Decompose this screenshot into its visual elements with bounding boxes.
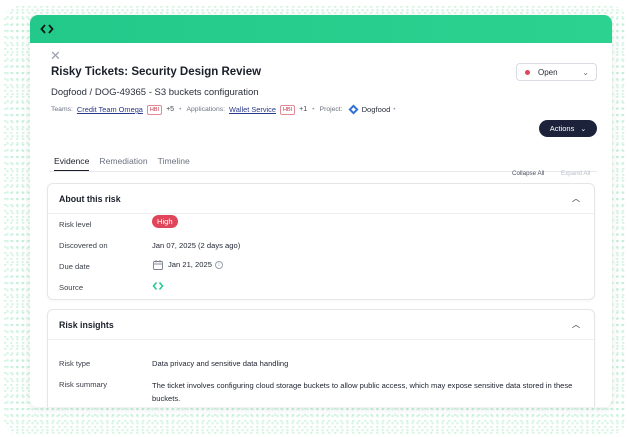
close-icon[interactable]: ✕ <box>50 49 61 62</box>
team-more-count[interactable]: +5 <box>166 106 174 113</box>
about-risk-section: About this risk ︿ Risk level High Discov… <box>47 183 595 300</box>
source-code-icon <box>152 282 164 290</box>
scroll-fade <box>48 402 594 407</box>
risk-type-label: Risk type <box>59 359 91 368</box>
project-diamond-icon <box>348 104 359 115</box>
teams-label: Teams: <box>51 106 73 113</box>
page-title: Risky Tickets: Security Design Review <box>51 66 262 78</box>
high-badge: High <box>152 215 178 228</box>
tab-evidence[interactable]: Evidence <box>54 156 90 172</box>
section-title: Risk insights <box>59 319 114 330</box>
due-date-label: Due date <box>59 262 90 271</box>
ticket-subtitle: Dogfood / DOG-49365 - S3 buckets configu… <box>51 87 259 98</box>
team-link[interactable]: Credit Team Omega <box>77 105 143 114</box>
due-date-text: Jan 21, 2025 <box>168 260 212 269</box>
chevron-up-icon[interactable]: ︿ <box>572 319 580 330</box>
metadata-row: Teams: Credit Team Omega HBI +5 • Applic… <box>51 104 401 115</box>
section-title: About this risk <box>59 193 121 204</box>
source-value <box>152 280 164 294</box>
about-risk-header[interactable]: About this risk ︿ <box>48 184 594 214</box>
chevron-down-icon: ⌄ <box>580 125 587 133</box>
discovered-label: Discovered on <box>59 241 108 250</box>
code-brackets-icon <box>38 20 56 38</box>
expand-all-button[interactable]: Expand All <box>561 170 590 177</box>
tab-timeline[interactable]: Timeline <box>158 156 190 172</box>
info-icon[interactable]: i <box>214 261 223 269</box>
risk-insights-section: Risk insights ︿ Risk type Data privacy a… <box>47 309 595 407</box>
project-name: Dogfood <box>361 105 391 114</box>
app-hbi-badge: HBI <box>279 104 296 115</box>
actions-label: Actions <box>549 124 575 133</box>
top-bar <box>30 15 612 43</box>
project-link[interactable]: Dogfood <box>348 104 391 115</box>
calendar-icon <box>153 260 163 270</box>
status-dot-icon <box>525 69 530 75</box>
discovered-value: Jan 07, 2025 (2 days ago) <box>152 241 241 250</box>
risk-level-label: Risk level <box>59 220 92 229</box>
separator: • <box>179 106 182 113</box>
risk-insights-header[interactable]: Risk insights ︿ <box>48 310 594 340</box>
project-label: Project: <box>319 106 343 113</box>
risk-level-badge: High <box>152 215 178 228</box>
chevron-down-icon: ⌄ <box>582 68 589 77</box>
tab-bar: Evidence Remediation Timeline <box>54 156 200 172</box>
status-label: Open <box>538 67 558 77</box>
tab-remediation[interactable]: Remediation <box>99 156 147 172</box>
risk-summary-label: Risk summary <box>59 380 108 389</box>
separator: • <box>312 106 315 113</box>
team-hbi-badge: HBI <box>146 104 163 115</box>
chevron-up-icon[interactable]: ︿ <box>572 193 580 204</box>
applications-label: Applications: <box>186 106 226 113</box>
risk-detail-panel: ✕ Risky Tickets: Security Design Review … <box>30 15 612 407</box>
source-label: Source <box>59 283 84 292</box>
app-more-count[interactable]: +1 <box>299 106 307 113</box>
collapse-all-button[interactable]: Collapse All <box>512 170 544 177</box>
actions-button[interactable]: Actions ⌄ <box>539 120 597 137</box>
risk-type-value: Data privacy and sensitive data handling <box>152 359 289 368</box>
status-dropdown[interactable]: Open ⌄ <box>516 63 597 81</box>
application-link[interactable]: Wallet Service <box>229 105 276 114</box>
separator: • <box>393 106 396 113</box>
due-date-value: Jan 21, 2025 i <box>152 259 223 271</box>
